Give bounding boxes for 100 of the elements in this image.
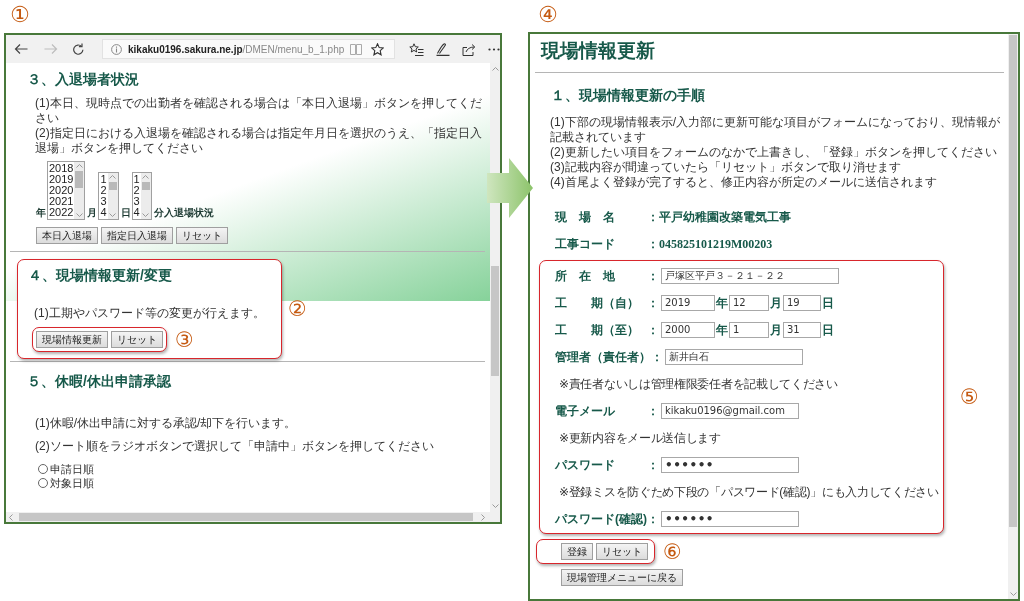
caret-down-icon[interactable] [142, 213, 150, 217]
share-icon[interactable] [462, 42, 476, 56]
date-input[interactable]: 2000 [661, 321, 715, 338]
callout-number: ⑥ [663, 539, 682, 564]
reset-button[interactable]: リセット [176, 227, 228, 244]
callout-number: ① [9, 1, 30, 29]
field-label: 所 在 地 [555, 267, 616, 285]
field-value: 平戸幼稚園改築電気工事 [659, 208, 791, 226]
right-arrow-icon [487, 158, 533, 218]
radio-label: 申請日順 [50, 462, 94, 476]
listbox-option[interactable]: 2 [133, 185, 140, 196]
scroll-thumb[interactable] [75, 171, 84, 188]
reset-button[interactable]: リセット [596, 543, 648, 560]
caret-up-icon[interactable] [109, 175, 117, 179]
caret-up-icon[interactable] [76, 164, 83, 168]
date-listbox[interactable]: 1 2 3 4 [98, 172, 119, 220]
text-field[interactable]: 戸塚区平戸３－２１－２２ [661, 267, 839, 284]
address-bar[interactable]: kikaku0196.sakura.ne.jp/DMEN/menu_b_1.php [102, 39, 395, 59]
field-label: 工 期（至） [555, 321, 640, 339]
reset-button[interactable]: リセット [111, 331, 163, 348]
radio-button[interactable] [38, 478, 48, 488]
star-list-icon[interactable] [409, 42, 424, 56]
caret-down-icon[interactable] [491, 504, 499, 508]
date-input[interactable]: 1 [729, 321, 769, 338]
callout-number: ④ [537, 1, 558, 29]
caret-left-icon[interactable] [9, 513, 13, 521]
instruction-text: (1)本日、現時点での出勤者を確認される場合は「本日入退場」ボタンを押してください [35, 96, 483, 126]
callout-number: ③ [175, 327, 194, 352]
field-label: パスワード [555, 456, 616, 474]
listbox-option[interactable]: 2 [100, 185, 107, 196]
caret-up-icon[interactable] [491, 67, 499, 71]
radio-label: 対象日順 [50, 476, 94, 490]
pen-icon[interactable] [436, 42, 450, 56]
caret-down-icon[interactable] [1009, 592, 1017, 596]
colon-text: ： [647, 456, 659, 474]
instruction-text: (1)工期やパスワード等の変更が行えます。 [34, 306, 266, 321]
listbox-option[interactable]: 4 [133, 207, 140, 218]
date-input[interactable]: 12 [729, 294, 769, 311]
book-icon[interactable] [350, 43, 362, 55]
horizontal-scrollbar[interactable] [6, 512, 500, 522]
caret-right-icon[interactable] [481, 513, 485, 521]
field-label: 工事コード [555, 235, 616, 253]
back-arrow-icon[interactable] [14, 43, 28, 55]
caret-down-icon[interactable] [109, 213, 117, 217]
scroll-thumb[interactable] [108, 182, 117, 190]
colon-text: ： [647, 402, 659, 420]
date-input[interactable]: 31 [783, 321, 821, 338]
scroll-thumb[interactable] [1009, 35, 1017, 527]
password-field[interactable]: •••••• [661, 456, 799, 473]
unit-label: 月 [770, 294, 782, 312]
register-button[interactable]: 登録 [561, 543, 593, 560]
password-field[interactable]: •••••• [661, 510, 799, 527]
unit-label: 月 [770, 321, 782, 339]
listbox-scrollbar[interactable] [74, 162, 85, 219]
unit-label: 日 [822, 321, 834, 339]
instruction-text: (1)休暇/休出申請に対する承認/却下を行います。 [35, 416, 298, 431]
text-field[interactable]: 新井白石 [665, 348, 803, 365]
listbox-option[interactable]: 2020 [49, 185, 74, 196]
listbox-scrollbar[interactable] [140, 173, 151, 219]
star-icon[interactable] [371, 42, 384, 56]
refresh-icon[interactable] [72, 43, 84, 55]
listbox-option[interactable]: 1 [100, 174, 107, 185]
hint-text: ※更新内容をメール送信します [559, 429, 721, 447]
info-icon [111, 43, 122, 55]
hint-text: ※責任者ないしは管理権限委任者を記載してください [559, 375, 838, 393]
date-input[interactable]: 2019 [661, 294, 715, 311]
field-label: 管理者（責任者） [555, 348, 651, 366]
listbox-option[interactable]: 2022 [49, 207, 74, 218]
back-button[interactable]: 現場管理メニューに戻る [561, 569, 683, 586]
scroll-thumb[interactable] [491, 266, 499, 376]
listbox-option[interactable]: 4 [100, 207, 107, 218]
listbox-option[interactable]: 2018 [49, 163, 74, 174]
listbox-scrollbar[interactable] [107, 173, 118, 219]
caret-down-icon[interactable] [76, 213, 83, 217]
today-attendance-button[interactable]: 本日入退場 [36, 227, 98, 244]
instruction-text: (4)首尾よく登録が完了すると、修正内容が所定のメールに送信されます [550, 175, 938, 190]
site-update-button[interactable]: 現場情報更新 [36, 331, 108, 348]
url-text: kikaku0196.sakura.ne.jp/DMEN/menu_b_1.php [128, 42, 345, 57]
date-attendance-button[interactable]: 指定日入退場 [101, 227, 173, 244]
section-heading: １、現場情報更新の手順 [551, 86, 706, 105]
scroll-thumb[interactable] [19, 513, 473, 521]
caret-up-icon[interactable] [142, 175, 150, 179]
vertical-scrollbar[interactable] [1008, 34, 1018, 599]
listbox-option[interactable]: 2019 [49, 174, 74, 185]
date-listbox[interactable]: 1 2 3 4 [131, 172, 152, 220]
date-input[interactable]: 19 [783, 294, 821, 311]
scroll-thumb[interactable] [141, 182, 150, 190]
listbox-option[interactable]: 3 [133, 196, 140, 207]
listbox-option[interactable]: 3 [100, 196, 107, 207]
listbox-option[interactable]: 2021 [49, 196, 74, 207]
more-icon[interactable] [488, 47, 500, 51]
picker-label: 月 [87, 207, 98, 219]
date-listbox[interactable]: 2018 2019 2020 2021 2022 [47, 161, 86, 220]
instruction-text: (2)指定日における入退場を確認される場合は指定年月日を選択のうえ、「指定日入退場」ボタンを押してください [35, 126, 483, 156]
colon-text: ： [647, 294, 659, 312]
listbox-option[interactable]: 1 [133, 174, 140, 185]
picker-label: 日 [120, 207, 131, 219]
text-field[interactable]: kikaku0196@gmail.com [661, 402, 799, 419]
colon-text: ： [647, 510, 659, 528]
radio-button[interactable] [38, 464, 48, 474]
